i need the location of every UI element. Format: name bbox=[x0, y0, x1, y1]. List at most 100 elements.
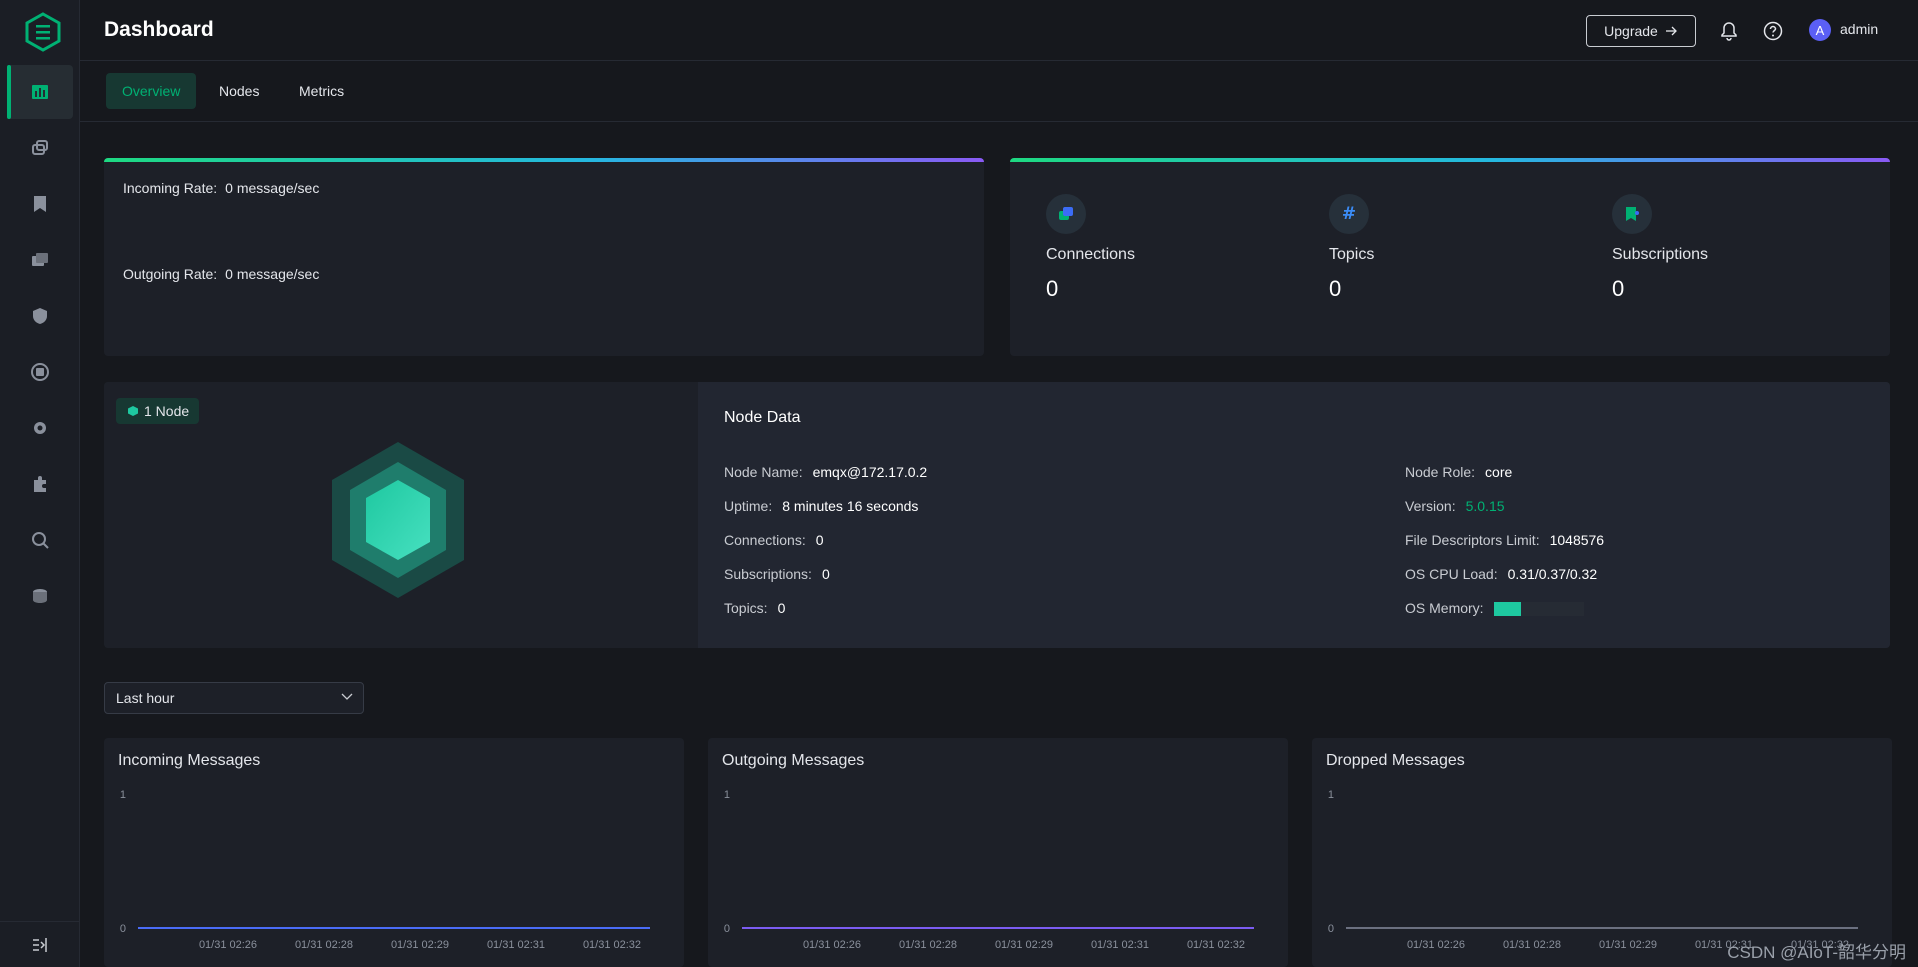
sidebar bbox=[0, 0, 80, 967]
kv-value: 1048576 bbox=[1549, 532, 1605, 548]
dropped-messages-chart: Dropped Messages 1 0 01/31 02:26 01/31 02:2… bbox=[1312, 738, 1892, 967]
watermark: CSDN @AIoT-韶华分明 bbox=[1727, 943, 1906, 962]
kv-label: Connections: bbox=[724, 532, 806, 548]
incoming-rate-value: 0 message/sec bbox=[225, 180, 320, 196]
integration-icon bbox=[31, 363, 49, 381]
incoming-rate: Incoming Rate: 0 message/sec bbox=[123, 180, 319, 196]
stat-label: Connections bbox=[1046, 246, 1135, 263]
node-name-row: Node Name: emqx@172.17.0.2 bbox=[724, 464, 927, 480]
connections-icon bbox=[32, 140, 48, 155]
node-card: 1 Node Node Data Node Name: emqx@172.17.0… bbox=[104, 382, 1890, 648]
time-range-select[interactable]: Last hour bbox=[104, 682, 364, 714]
stat-value: 0 bbox=[1612, 276, 1625, 301]
time-range-value: Last hour bbox=[116, 690, 175, 706]
kv-label: Node Name: bbox=[724, 464, 803, 480]
sidebar-item-subscriptions[interactable] bbox=[7, 177, 73, 231]
collapse-sidebar-button[interactable] bbox=[0, 921, 80, 967]
fd-limit-row: File Descriptors Limit: 1048576 bbox=[1405, 532, 1604, 548]
sidebar-item-extensions[interactable] bbox=[7, 457, 73, 511]
topics-icon: # bbox=[1329, 194, 1369, 234]
x-tick-label: 01/31 02:26 bbox=[803, 939, 861, 951]
node-data-title: Node Data bbox=[724, 409, 801, 426]
x-tick-label: 01/31 02:26 bbox=[1407, 939, 1465, 951]
page-title: Dashboard bbox=[104, 18, 214, 41]
x-tick-label: 01/31 02:29 bbox=[391, 939, 449, 951]
tab-nodes[interactable]: Nodes bbox=[203, 73, 275, 109]
sidebar-item-retained[interactable] bbox=[7, 233, 73, 287]
kv-label: Subscriptions: bbox=[724, 566, 812, 582]
upgrade-button[interactable]: Upgrade bbox=[1586, 15, 1696, 47]
node-data-panel: Node Data Node Name: emqx@172.17.0.2 Upti… bbox=[698, 382, 1890, 648]
stat-label: Topics bbox=[1329, 246, 1375, 263]
tab-metrics[interactable]: Metrics bbox=[283, 73, 360, 109]
kv-value: 0 bbox=[777, 600, 786, 616]
kv-value: 8 minutes 16 seconds bbox=[782, 498, 919, 514]
stat-subscriptions: Subscriptions 0 bbox=[1612, 194, 1872, 302]
chart-title: Incoming Messages bbox=[118, 752, 261, 769]
y-tick-label: 1 bbox=[724, 789, 730, 801]
kv-label: Version: bbox=[1405, 498, 1456, 514]
system-icon bbox=[33, 589, 47, 603]
stat-value: 0 bbox=[1046, 276, 1059, 301]
connections-row: Connections: 0 bbox=[724, 532, 824, 548]
avatar[interactable]: A bbox=[1809, 19, 1831, 41]
stats-card: Connections 0 # Topics 0 Subscriptions 0 bbox=[1010, 158, 1890, 356]
message-rate-card: Incoming Rate: 0 message/sec Outgoing Rat… bbox=[104, 158, 984, 356]
sidebar-item-diagnose[interactable] bbox=[7, 513, 73, 567]
sidebar-item-access-control[interactable] bbox=[7, 289, 73, 343]
retained-icon bbox=[32, 253, 48, 266]
stat-connections: Connections 0 bbox=[1046, 194, 1306, 302]
dashboard-icon bbox=[32, 85, 48, 99]
tab-overview[interactable]: Overview bbox=[106, 73, 197, 109]
y-tick-label: 0 bbox=[120, 923, 126, 935]
version-row: Version: 5.0.15 bbox=[1405, 498, 1505, 514]
subscriptions-icon bbox=[34, 196, 46, 212]
sidebar-item-system[interactable] bbox=[7, 569, 73, 623]
y-tick-label: 1 bbox=[1328, 789, 1334, 801]
incoming-messages-chart: Incoming Messages 1 0 01/31 02:26 01/31 02:… bbox=[104, 738, 684, 967]
x-tick-label: 01/31 02:29 bbox=[995, 939, 1053, 951]
incoming-rate-label: Incoming Rate: bbox=[123, 180, 218, 196]
os-memory-bar bbox=[1493, 602, 1584, 617]
access-control-icon bbox=[33, 308, 47, 324]
kv-value: 0 bbox=[821, 566, 830, 582]
outgoing-rate-label: Outgoing Rate: bbox=[123, 266, 218, 282]
extensions-icon bbox=[34, 476, 46, 492]
help-icon[interactable] bbox=[1762, 20, 1784, 42]
uptime-row: Uptime: 8 minutes 16 seconds bbox=[724, 498, 918, 514]
x-tick-label: 01/31 02:32 bbox=[1187, 939, 1245, 951]
upgrade-label: Upgrade bbox=[1604, 23, 1658, 39]
sidebar-item-dashboard[interactable] bbox=[7, 65, 73, 119]
y-tick-label: 0 bbox=[724, 923, 730, 935]
os-memory-row: OS Memory: bbox=[1405, 600, 1584, 617]
sidebar-item-connections[interactable] bbox=[7, 121, 73, 175]
arrow-right-icon bbox=[1665, 26, 1677, 36]
sidebar-item-integration[interactable] bbox=[7, 345, 73, 399]
version-link[interactable]: 5.0.15 bbox=[1466, 498, 1505, 514]
emqx-logo-icon bbox=[25, 12, 61, 52]
outgoing-messages-plot: 1 0 01/31 02:26 01/31 02:28 01/31 02:29 01/31… bbox=[724, 789, 1254, 951]
chart-title: Dropped Messages bbox=[1326, 752, 1465, 769]
stat-value: 0 bbox=[1329, 276, 1342, 301]
x-tick-label: 01/31 02:28 bbox=[899, 939, 957, 951]
node-hexagon-icon[interactable] bbox=[328, 440, 468, 600]
outgoing-messages-chart: Outgoing Messages 1 0 01/31 02:26 01/31 02:… bbox=[708, 738, 1288, 967]
kv-value: 0.31/0.37/0.32 bbox=[1507, 566, 1598, 582]
y-tick-label: 1 bbox=[120, 789, 126, 801]
kv-label: Uptime: bbox=[724, 498, 773, 514]
x-tick-label: 01/31 02:26 bbox=[199, 939, 257, 951]
stat-topics: # Topics 0 bbox=[1329, 194, 1589, 302]
x-tick-label: 01/31 02:28 bbox=[295, 939, 353, 951]
x-tick-label: 01/31 02:31 bbox=[1091, 939, 1149, 951]
sidebar-item-management[interactable] bbox=[7, 401, 73, 455]
user-menu[interactable]: admin bbox=[1840, 21, 1878, 37]
bell-icon[interactable] bbox=[1718, 20, 1740, 42]
chart-title: Outgoing Messages bbox=[722, 752, 865, 769]
dashboard-tabs: Overview Nodes Metrics bbox=[80, 61, 1918, 122]
kv-label: Topics: bbox=[724, 600, 768, 616]
stat-label: Subscriptions bbox=[1612, 246, 1709, 263]
x-tick-label: 01/31 02:31 bbox=[487, 939, 545, 951]
top-header: Dashboard Upgrade A admin bbox=[80, 0, 1918, 61]
node-role-row: Node Role: core bbox=[1405, 464, 1512, 480]
node-count-badge: 1 Node bbox=[116, 398, 200, 424]
